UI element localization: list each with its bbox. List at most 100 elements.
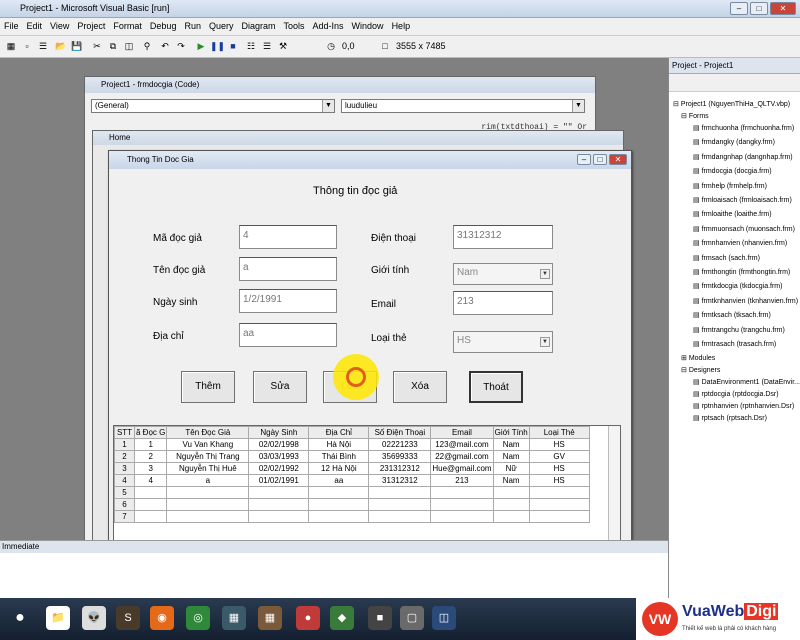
object-combo[interactable]: (General) ▼ xyxy=(91,99,335,113)
table-cell[interactable]: 31312312 xyxy=(368,474,432,487)
table-row[interactable]: 2 2 Nguyễn Thị Trang 03/03/1993 Thái Bình 356… xyxy=(114,450,590,463)
menu-item[interactable]: File xyxy=(0,18,23,34)
undo-icon[interactable]: ↶ xyxy=(158,40,172,53)
start-icon[interactable]: ● xyxy=(8,606,32,630)
table-cell[interactable]: 213 xyxy=(430,474,494,487)
tree-item[interactable]: ▤ frmmuonsach (muonsach.frm) xyxy=(693,225,795,233)
table-cell[interactable] xyxy=(492,486,530,499)
table-cell[interactable]: 1 xyxy=(133,438,168,451)
table-cell[interactable]: 03/03/1993 xyxy=(248,450,310,463)
tree-item[interactable]: ⊟ Forms xyxy=(681,112,709,120)
tree-item[interactable]: ▤ frmtrangchu (trangchu.frm) xyxy=(693,326,785,334)
grid-header[interactable]: Giới Tính xyxy=(492,426,530,439)
app-icon[interactable]: ▢ xyxy=(400,606,424,630)
visual-basic-icon[interactable]: ◫ xyxy=(432,606,456,630)
them-button[interactable]: Thêm xyxy=(181,371,235,403)
dien-thoai-field[interactable]: 31312312 xyxy=(453,225,553,249)
tree-item[interactable]: ▤ frmtksach (tksach.frm) xyxy=(693,311,771,319)
grid-scrollbar[interactable] xyxy=(608,426,620,544)
maximize-button[interactable]: □ xyxy=(750,2,768,15)
grid-header[interactable]: ã Đọc G xyxy=(133,426,168,439)
tree-item[interactable]: ▤ frmtrasach (trasach.frm) xyxy=(693,340,776,348)
grid-header[interactable]: STT xyxy=(114,426,135,439)
table-cell[interactable] xyxy=(248,510,310,523)
table-cell[interactable] xyxy=(248,498,310,511)
tree-item[interactable]: ▤ frmdocgia (docgia.frm) xyxy=(693,167,772,175)
redo-icon[interactable]: ↷ xyxy=(174,40,188,53)
tree-item[interactable]: ▤ rptsach (rptsach.Dsr) xyxy=(693,414,767,422)
toolbox-icon[interactable]: ⚒ xyxy=(276,40,290,53)
table-cell[interactable] xyxy=(166,486,250,499)
table-cell[interactable] xyxy=(528,498,590,511)
app-icon[interactable]: ▦ xyxy=(258,606,282,630)
chevron-down-icon[interactable]: ▼ xyxy=(322,100,334,112)
loai-the-select[interactable]: HS ▼ xyxy=(453,331,553,353)
tree-item[interactable]: ▤ frmsach (sach.frm) xyxy=(693,254,760,262)
table-cell[interactable] xyxy=(166,510,250,523)
table-cell[interactable] xyxy=(248,486,310,499)
table-cell[interactable]: Nam xyxy=(492,438,530,451)
chevron-down-icon[interactable]: ▼ xyxy=(540,269,550,279)
close-button[interactable]: ✕ xyxy=(770,2,796,15)
table-cell[interactable]: 01/02/1991 xyxy=(248,474,310,487)
menu-item[interactable]: Diagram xyxy=(237,18,279,34)
table-row[interactable]: 6 xyxy=(114,498,590,511)
table-cell[interactable]: Hà Nội xyxy=(308,438,370,451)
table-cell[interactable] xyxy=(430,486,494,499)
form-close-button[interactable]: ✕ xyxy=(609,154,627,165)
table-cell[interactable]: 2 xyxy=(133,450,168,463)
grid-header[interactable]: Tên Đọc Giả xyxy=(166,426,250,439)
email-field[interactable]: 213 xyxy=(453,291,553,315)
grid-header[interactable]: Loại Thẻ xyxy=(528,426,590,439)
table-cell[interactable]: 02221233 xyxy=(368,438,432,451)
stop-icon[interactable]: ■ xyxy=(226,40,240,53)
menu-editor-icon[interactable]: ☰ xyxy=(36,40,50,53)
tree-item[interactable]: ▤ frmnhanvien (nhanvien.frm) xyxy=(693,239,787,247)
menu-item[interactable]: Project xyxy=(73,18,109,34)
tree-item[interactable]: ▤ frmdangky (dangky.frm) xyxy=(693,138,775,146)
app-icon[interactable]: ◆ xyxy=(330,606,354,630)
menu-item[interactable]: Tools xyxy=(280,18,309,34)
table-cell[interactable]: 35699333 xyxy=(368,450,432,463)
tree-item[interactable]: ▤ rptdocgia (rptdocgia.Dsr) xyxy=(693,390,779,398)
minimize-button[interactable]: – xyxy=(730,2,748,15)
alien-app-icon[interactable]: 👽 xyxy=(82,606,106,630)
table-cell[interactable]: 231312312 xyxy=(368,462,432,475)
tree-item[interactable]: ▤ frmtknhanvien (tknhanvien.frm) xyxy=(693,297,798,305)
menu-item[interactable]: Add-Ins xyxy=(309,18,348,34)
table-cell[interactable] xyxy=(430,510,494,523)
table-cell[interactable]: Thái Bình xyxy=(308,450,370,463)
start-icon[interactable]: ▶ xyxy=(194,40,208,53)
table-cell[interactable]: 1 xyxy=(114,438,135,451)
form-minimize-button[interactable]: – xyxy=(577,154,591,165)
menu-item[interactable]: Debug xyxy=(146,18,181,34)
ten-doc-gia-field[interactable]: a xyxy=(239,257,337,281)
tree-item[interactable]: ▤ frmchuonha (frmchuonha.frm) xyxy=(693,124,794,132)
menu-item[interactable]: Query xyxy=(205,18,238,34)
copy-icon[interactable]: ⧉ xyxy=(106,40,120,53)
tree-item[interactable]: ▤ frmtkdocgia (tkdocgia.frm) xyxy=(693,282,782,290)
table-cell[interactable]: 4 xyxy=(133,474,168,487)
menu-item[interactable]: Edit xyxy=(23,18,47,34)
table-row[interactable]: 1 1 Vu Van Khang 02/02/1998 Hà Nội 02221233 12… xyxy=(114,438,590,451)
table-cell[interactable] xyxy=(430,498,494,511)
tree-item[interactable]: ⊟ Project1 (NguyenThiHa_QLTV.vbp) xyxy=(673,100,790,108)
cut-icon[interactable]: ✂ xyxy=(90,40,104,53)
table-cell[interactable]: 4 xyxy=(114,474,135,487)
ma-doc-gia-field[interactable]: 4 xyxy=(239,225,337,249)
sua-button[interactable]: Sửa xyxy=(253,371,307,403)
immediate-window[interactable]: Immediate xyxy=(0,540,668,598)
table-cell[interactable]: Nguyễn Thị Huê xyxy=(166,462,250,475)
table-cell[interactable]: 2 xyxy=(114,450,135,463)
table-cell[interactable] xyxy=(133,510,168,523)
table-cell[interactable]: GV xyxy=(528,450,590,463)
form-maximize-button[interactable]: □ xyxy=(593,154,607,165)
menu-item[interactable]: Format xyxy=(109,18,146,34)
procedure-combo[interactable]: luudulieu ▼ xyxy=(341,99,585,113)
grid-header[interactable]: Địa Chỉ xyxy=(308,426,370,439)
tree-item[interactable]: ⊞ Modules xyxy=(681,354,715,362)
menu-item[interactable]: Help xyxy=(388,18,415,34)
gioi-tinh-select[interactable]: Nam ▼ xyxy=(453,263,553,285)
find-icon[interactable]: ⚲ xyxy=(140,40,154,53)
file-explorer-icon[interactable]: 📁 xyxy=(46,606,70,630)
